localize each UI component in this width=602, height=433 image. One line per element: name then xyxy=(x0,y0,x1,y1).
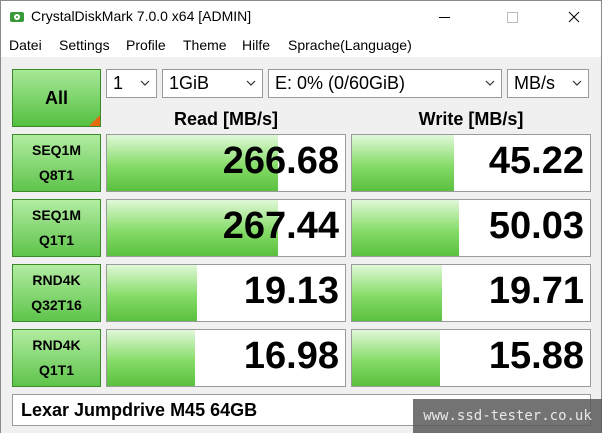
read-value: 266.68 xyxy=(222,140,339,182)
main-panel: All 1 1GiB E: 0% (0/60GiB) MB/s Read [MB… xyxy=(1,57,601,433)
write-value: 19.71 xyxy=(488,270,584,312)
chevron-down-icon xyxy=(572,80,582,86)
test-size-value: 1GiB xyxy=(169,73,210,93)
write-value: 15.88 xyxy=(488,335,584,377)
read-result-rnd4k-q1t1: 16.98 xyxy=(106,329,346,387)
test-button-rnd4k-q32t16[interactable]: RND4K Q32T16 xyxy=(12,264,101,322)
chevron-down-icon xyxy=(140,80,150,86)
maximize-icon xyxy=(506,11,518,23)
write-result-rnd4k-q1t1: 15.88 xyxy=(351,329,591,387)
read-result-seq1m-q1t1: 267.44 xyxy=(106,199,346,257)
write-bar xyxy=(352,135,455,191)
test-label-line2: Q1T1 xyxy=(38,362,74,378)
menu-datei[interactable]: Datei xyxy=(9,37,42,53)
test-count-value: 1 xyxy=(113,73,124,93)
read-bar xyxy=(107,330,196,386)
read-result-rnd4k-q32t16: 19.13 xyxy=(106,264,346,322)
write-header: Write [MB/s] xyxy=(418,109,524,129)
read-result-seq1m-q8t1: 266.68 xyxy=(106,134,346,192)
drive-value: E: 0% (0/60GiB) xyxy=(275,73,406,93)
read-bar xyxy=(107,265,198,321)
menu-theme[interactable]: Theme xyxy=(183,37,227,53)
app-window: CrystalDiskMark 7.0.0 x64 [ADMIN] Datei … xyxy=(0,0,602,433)
minimize-icon xyxy=(438,16,450,18)
write-value: 45.22 xyxy=(488,140,584,182)
write-bar xyxy=(352,265,443,321)
read-value: 19.13 xyxy=(243,270,339,312)
unit-value: MB/s xyxy=(514,73,556,93)
title-bar[interactable]: CrystalDiskMark 7.0.0 x64 [ADMIN] xyxy=(1,1,601,33)
test-label-line1: SEQ1M xyxy=(31,207,81,223)
test-label-line2: Q1T1 xyxy=(38,232,74,248)
corner-marker xyxy=(89,115,100,126)
test-button-rnd4k-q1t1[interactable]: RND4K Q1T1 xyxy=(12,329,101,387)
test-label-line2: Q32T16 xyxy=(31,297,82,313)
all-button-label: All xyxy=(44,87,68,108)
test-button-seq1m-q8t1[interactable]: SEQ1M Q8T1 xyxy=(12,134,101,192)
test-label-line1: SEQ1M xyxy=(31,142,81,158)
drive-select[interactable]: E: 0% (0/60GiB) xyxy=(268,69,502,98)
test-button-seq1m-q1t1[interactable]: SEQ1M Q1T1 xyxy=(12,199,101,257)
watermark: www.ssd-tester.co.uk xyxy=(413,399,602,433)
window-title: CrystalDiskMark 7.0.0 x64 [ADMIN] xyxy=(31,8,252,24)
write-result-seq1m-q1t1: 50.03 xyxy=(351,199,591,257)
chevron-down-icon xyxy=(246,80,256,86)
read-value: 16.98 xyxy=(243,335,339,377)
menu-bar: Datei Settings Profile Theme Hilfe Sprac… xyxy=(1,33,601,57)
read-value: 267.44 xyxy=(222,205,339,247)
test-count-select[interactable]: 1 xyxy=(106,69,157,98)
test-label-line1: RND4K xyxy=(32,337,81,353)
maximize-button[interactable] xyxy=(489,1,535,33)
menu-language[interactable]: Sprache(Language) xyxy=(288,37,412,53)
menu-settings[interactable]: Settings xyxy=(59,37,110,53)
all-button[interactable]: All xyxy=(12,69,101,127)
chevron-down-icon xyxy=(485,80,495,86)
write-bar xyxy=(352,330,441,386)
menu-profile[interactable]: Profile xyxy=(126,37,166,53)
write-value: 50.03 xyxy=(488,205,584,247)
test-size-select[interactable]: 1GiB xyxy=(162,69,263,98)
disk-app-icon xyxy=(10,12,24,22)
menu-hilfe[interactable]: Hilfe xyxy=(242,37,270,53)
unit-select[interactable]: MB/s xyxy=(507,69,589,98)
close-icon xyxy=(568,11,580,23)
write-bar xyxy=(352,200,460,256)
close-button[interactable] xyxy=(551,1,597,33)
write-result-rnd4k-q32t16: 19.71 xyxy=(351,264,591,322)
minimize-button[interactable] xyxy=(421,1,467,33)
write-result-seq1m-q8t1: 45.22 xyxy=(351,134,591,192)
test-label-line2: Q8T1 xyxy=(38,167,74,183)
test-label-line1: RND4K xyxy=(32,272,81,288)
read-header: Read [MB/s] xyxy=(173,109,278,129)
comment-text: Lexar Jumpdrive M45 64GB xyxy=(21,399,258,420)
